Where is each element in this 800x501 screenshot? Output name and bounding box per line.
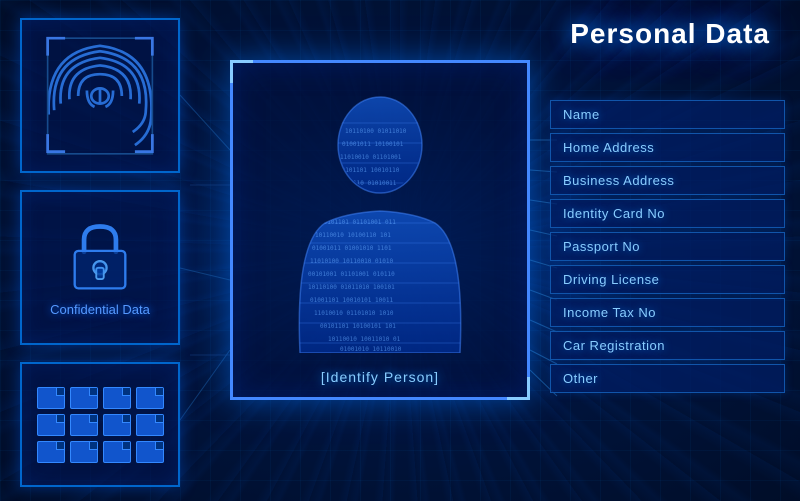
panel-fingerprint (20, 18, 180, 173)
person-silhouette: 10110100 01011010 01001011 10100101 1101… (270, 83, 490, 353)
svg-text:01011001 10110100: 01011001 10110100 (330, 193, 392, 200)
files-grid (37, 387, 164, 463)
file-icon (103, 441, 131, 463)
data-field-passport: Passport No (550, 232, 785, 261)
svg-text:00101101 10100101 101: 00101101 10100101 101 (320, 323, 396, 330)
data-field-car-registration: Car Registration (550, 331, 785, 360)
page-title: Personal Data (570, 18, 770, 50)
panel-lock: Confidential Data (20, 190, 180, 345)
panel-person: 10110100 01011010 01001011 10100101 1101… (230, 60, 530, 400)
file-icon (136, 414, 164, 436)
svg-text:10110010 10100110 101: 10110010 10100110 101 (315, 232, 391, 239)
svg-text:01001011 01001010 1101: 01001011 01001010 1101 (312, 245, 392, 252)
svg-text:01001101 10010101 10011: 01001101 10010101 10011 (310, 297, 393, 304)
identify-label: [Identify Person] (321, 369, 439, 385)
confidential-label: Confidential Data (50, 302, 150, 317)
file-icon (37, 387, 65, 409)
data-field-home-address: Home Address (550, 133, 785, 162)
file-icon (70, 414, 98, 436)
svg-text:01001010 10110010: 01001010 10110010 (340, 346, 402, 353)
data-field-business-address: Business Address (550, 166, 785, 195)
file-icon (37, 441, 65, 463)
svg-text:11010010 01101001: 11010010 01101001 (340, 154, 402, 161)
svg-text:10110010 10011010 01: 10110010 10011010 01 (328, 336, 401, 343)
svg-text:00101001 01101001 010110: 00101001 01101001 010110 (308, 271, 395, 278)
file-icon (136, 387, 164, 409)
lock-icon (65, 219, 135, 294)
data-field-driving-license: Driving License (550, 265, 785, 294)
file-icon (70, 441, 98, 463)
file-icon (37, 414, 65, 436)
file-icon (103, 414, 131, 436)
data-field-income-tax: Income Tax No (550, 298, 785, 327)
svg-text:11010010 01101010 1010: 11010010 01101010 1010 (314, 310, 394, 317)
file-icon (136, 441, 164, 463)
data-field-other: Other (550, 364, 785, 393)
svg-text:11010100 10110010 01010: 11010100 10110010 01010 (310, 258, 393, 265)
svg-text:10110100 01011010: 10110100 01011010 (345, 128, 407, 135)
data-fields-panel: Name Home Address Business Address Identity… (550, 100, 785, 393)
data-field-name: Name (550, 100, 785, 129)
svg-text:10110100 01011010 100101: 10110100 01011010 100101 (308, 284, 395, 291)
fingerprint-icon (45, 36, 155, 156)
data-field-identity-card: Identity Card No (550, 199, 785, 228)
file-icon (103, 387, 131, 409)
svg-text:00101101 10010110: 00101101 10010110 (338, 167, 400, 174)
file-icon (70, 387, 98, 409)
svg-text:01001011 10100101: 01001011 10100101 (342, 141, 404, 148)
panel-files (20, 362, 180, 487)
svg-text:10100110 01010011: 10100110 01010011 (335, 180, 397, 187)
